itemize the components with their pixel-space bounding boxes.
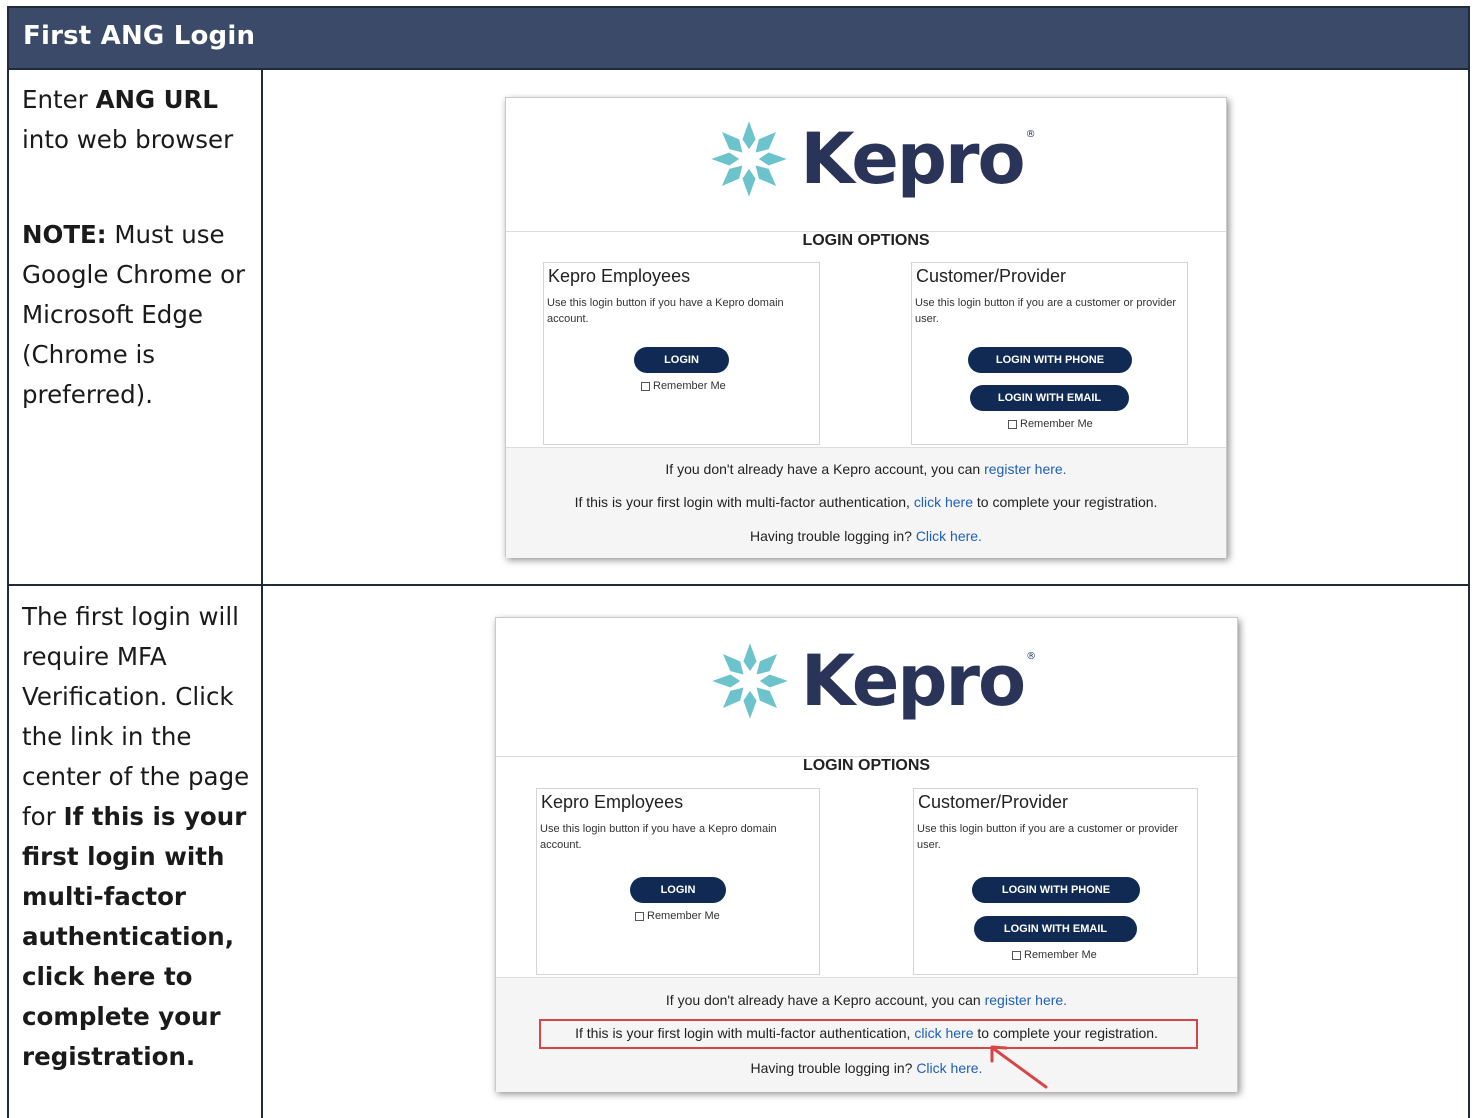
remember-me-employees[interactable]: Remember Me	[635, 910, 720, 922]
customer-title: Customer/Provider	[918, 792, 1069, 812]
login-with-email-button[interactable]: LOGIN WITH EMAIL	[970, 385, 1129, 411]
column-divider	[261, 70, 263, 584]
employees-title: Kepro Employees	[548, 266, 691, 286]
customer-description: Use this login button if you are a custo…	[915, 297, 1177, 325]
register-here-link[interactable]: register here.	[984, 461, 1066, 477]
login-page-screenshot-highlighted: Kepro ® LOGIN OPTIONS Kepro Employees Use…	[495, 617, 1238, 1092]
instruction-table: First ANG Login Enter ANG URL into web b…	[7, 6, 1470, 1118]
login-options-title: LOGIN OPTIONS	[802, 757, 931, 774]
table-header: First ANG Login	[9, 8, 1468, 70]
remember-me-employees[interactable]: Remember Me	[641, 380, 726, 392]
instruction-text: The first login will require MFA Verific…	[22, 602, 250, 1071]
table-row-2: The first login will require MFA Verific…	[9, 586, 1468, 1118]
login-page-screenshot: Kepro ® LOGIN OPTIONS Kepro Employees Use…	[505, 97, 1227, 558]
instruction-cell: The first login will require MFA Verific…	[22, 597, 258, 1077]
kepro-employees-panel: Kepro Employees Use this login button if…	[543, 262, 820, 445]
customer-title: Customer/Provider	[916, 266, 1067, 286]
table-header-title: First ANG Login	[23, 21, 256, 51]
login-with-phone-button[interactable]: LOGIN WITH PHONE	[972, 877, 1140, 903]
red-arrow-icon	[990, 1045, 1048, 1089]
checkbox-icon[interactable]	[1012, 950, 1021, 960]
kepro-wordmark: Kepro	[800, 640, 1026, 722]
register-line: If you don't already have a Kepro accoun…	[665, 992, 1068, 1008]
instruction-note: NOTE: Must use Google Chrome or Microsof…	[22, 220, 246, 409]
mfa-line: If this is your first login with multi-f…	[574, 494, 1158, 510]
remember-me-customer[interactable]: Remember Me	[1008, 418, 1093, 430]
table-row-1: Enter ANG URL into web browser NOTE: Mus…	[9, 70, 1468, 586]
checkbox-icon[interactable]	[641, 381, 650, 391]
mfa-highlight-box	[539, 1019, 1198, 1049]
login-with-phone-button[interactable]: LOGIN WITH PHONE	[968, 347, 1132, 373]
employees-title: Kepro Employees	[541, 792, 684, 812]
column-divider	[261, 586, 263, 1118]
registered-mark: ®	[1025, 129, 1036, 140]
remember-me-customer[interactable]: Remember Me	[1012, 949, 1097, 961]
kepro-logo: Kepro ®	[506, 118, 1226, 200]
customer-description: Use this login button if you are a custo…	[917, 823, 1179, 851]
employees-description: Use this login button if you have a Kepr…	[547, 297, 784, 325]
trouble-line: Having trouble logging in? Click here.	[750, 528, 982, 544]
trouble-line: Having trouble logging in? Click here.	[750, 1060, 983, 1076]
register-line: If you don't already have a Kepro accoun…	[665, 461, 1067, 477]
trouble-click-here-link[interactable]: Click here.	[916, 1060, 982, 1076]
kepro-mark-icon	[712, 643, 788, 719]
kepro-mark-icon	[711, 121, 788, 197]
kepro-employees-panel: Kepro Employees Use this login button if…	[536, 788, 820, 975]
kepro-logo: Kepro ®	[496, 640, 1237, 722]
login-options-title: LOGIN OPTIONS	[802, 232, 930, 249]
customer-provider-panel: Customer/Provider Use this login button …	[913, 788, 1198, 975]
register-here-link[interactable]: register here.	[985, 992, 1067, 1008]
checkbox-icon[interactable]	[1008, 419, 1017, 429]
login-with-email-button[interactable]: LOGIN WITH EMAIL	[974, 916, 1137, 942]
instruction-text: Enter ANG URL into web browser	[22, 85, 234, 154]
instruction-cell: Enter ANG URL into web browser NOTE: Mus…	[22, 80, 258, 415]
login-button[interactable]: LOGIN	[630, 877, 726, 903]
login-button[interactable]: LOGIN	[634, 347, 729, 373]
checkbox-icon[interactable]	[635, 911, 644, 921]
customer-provider-panel: Customer/Provider Use this login button …	[911, 262, 1188, 445]
employees-description: Use this login button if you have a Kepr…	[540, 823, 777, 851]
login-footer: If you don't already have a Kepro accoun…	[506, 447, 1226, 558]
registered-mark: ®	[1026, 651, 1037, 662]
kepro-wordmark: Kepro	[800, 118, 1025, 200]
trouble-click-here-link[interactable]: Click here.	[916, 528, 982, 544]
mfa-click-here-link[interactable]: click here	[914, 494, 973, 510]
